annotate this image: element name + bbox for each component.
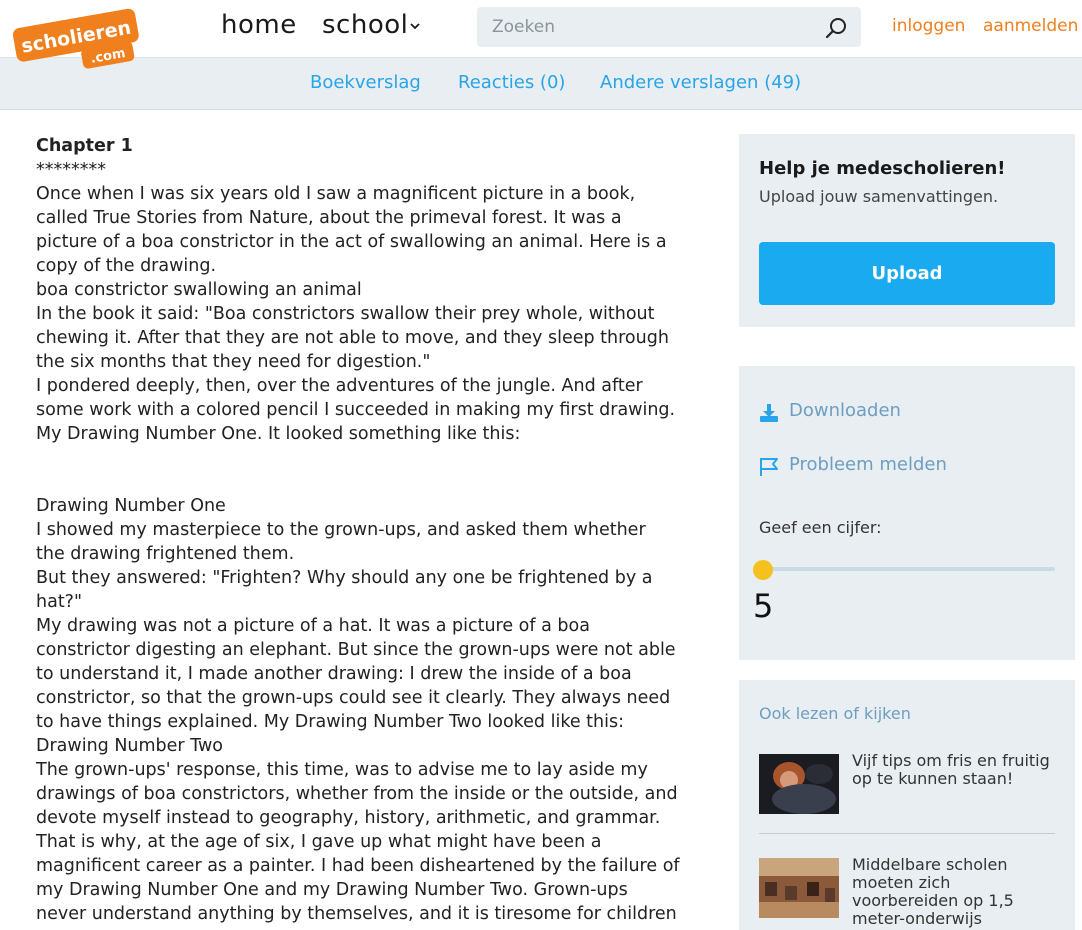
article-line: copy of the drawing. bbox=[36, 256, 217, 276]
download-label: Downloaden bbox=[789, 400, 901, 421]
article-line: The grown-ups' response, this time, was … bbox=[36, 760, 648, 780]
related-item-title: Middelbare scholen moeten zich voorberei… bbox=[852, 855, 1014, 928]
register-link[interactable]: aanmelden bbox=[983, 16, 1078, 36]
search-box bbox=[477, 7, 861, 47]
actions-card: Downloaden Probleem melden Geef een cijf… bbox=[739, 366, 1075, 660]
article-line: Once when I was six years old I saw a ma… bbox=[36, 184, 636, 204]
related-item[interactable]: Vijf tips om fris en fruitig op te kunne… bbox=[759, 752, 1055, 834]
chevron-down-icon[interactable] bbox=[409, 21, 421, 31]
report-subnav: Boekverslag Reacties (0) Andere verslage… bbox=[0, 58, 1082, 110]
article-body: Chapter 1 ******** Once when I was six ye… bbox=[36, 134, 726, 926]
tab-andere-verslagen[interactable]: Andere verslagen (49) bbox=[600, 72, 801, 93]
chapter-heading: Chapter 1 bbox=[36, 136, 133, 156]
article-line: the six months that they need for digest… bbox=[36, 352, 431, 372]
upload-button[interactable]: Upload bbox=[759, 242, 1055, 305]
article-line: to have things explained. My Drawing Num… bbox=[36, 712, 624, 732]
promo-title: Help je medescholieren! bbox=[759, 158, 1006, 179]
article-line: Drawing Number One bbox=[36, 496, 226, 516]
article-line: constrictor, so that the grown-ups could… bbox=[36, 688, 671, 708]
article-line: some work with a colored pencil I succee… bbox=[36, 400, 676, 420]
article-line: constrictor digesting an elephant. But s… bbox=[36, 640, 676, 660]
article-line: chewing it. After that they are not able… bbox=[36, 328, 669, 348]
related-card: Ook lezen of kijken Vijf tips om fris en… bbox=[739, 680, 1075, 930]
rating-slider-track[interactable] bbox=[763, 567, 1055, 571]
rating-slider-handle[interactable] bbox=[753, 560, 773, 580]
article-line: ******** bbox=[36, 160, 106, 180]
article-line: devote myself instead to geography, hist… bbox=[36, 808, 661, 828]
tab-reacties[interactable]: Reacties (0) bbox=[458, 72, 565, 93]
article-line: That is why, at the age of six, I gave u… bbox=[36, 832, 602, 852]
nav-school-link[interactable]: school bbox=[322, 10, 408, 40]
article-line: I pondered deeply, then, over the advent… bbox=[36, 376, 643, 396]
tab-boekverslag[interactable]: Boekverslag bbox=[310, 72, 421, 93]
related-thumbnail bbox=[759, 754, 839, 814]
article-line: my Drawing Number One and my Drawing Num… bbox=[36, 880, 628, 900]
article-line: to understand it, I made another drawing… bbox=[36, 664, 632, 684]
article-line: In the book it said: "Boa constrictors s… bbox=[36, 304, 655, 324]
article-line: the drawing frightened them. bbox=[36, 544, 295, 564]
related-item-title: Vijf tips om fris en fruitig op te kunne… bbox=[852, 751, 1050, 788]
article-line: drawings of boa constrictors, whether fr… bbox=[36, 784, 678, 804]
rating-value: 5 bbox=[753, 587, 774, 625]
article-line: never understand anything by themselves,… bbox=[36, 904, 677, 924]
article-line: called True Stories from Nature, about t… bbox=[36, 208, 622, 228]
image-placeholder-gap bbox=[36, 446, 726, 494]
article-line: magnificent career as a painter. I had b… bbox=[36, 856, 680, 876]
top-navbar: scholieren .com home school inloggen aan… bbox=[0, 0, 1082, 69]
upload-promo-card: Help je medescholieren! Upload jouw same… bbox=[739, 134, 1075, 327]
article-line: boa constrictor swallowing an animal bbox=[36, 280, 362, 300]
article-line: I showed my masterpiece to the grown-ups… bbox=[36, 520, 646, 540]
article-line: hat?" bbox=[36, 592, 83, 612]
article-line: But they answered: "Frighten? Why should… bbox=[36, 568, 653, 588]
search-icon[interactable] bbox=[825, 17, 847, 39]
flag-icon bbox=[760, 458, 778, 476]
related-thumbnail bbox=[759, 858, 839, 918]
report-problem-label: Probleem melden bbox=[789, 454, 947, 475]
download-icon bbox=[760, 404, 778, 422]
rating-label: Geef een cijfer: bbox=[759, 518, 882, 537]
scholieren-logo[interactable]: scholieren .com bbox=[12, 6, 142, 72]
nav-home-link[interactable]: home bbox=[221, 10, 297, 40]
search-input[interactable] bbox=[477, 7, 817, 47]
article-line: My drawing was not a picture of a hat. I… bbox=[36, 616, 590, 636]
article-line: picture of a boa constrictor in the act … bbox=[36, 232, 667, 252]
article-line: Drawing Number Two bbox=[36, 736, 224, 756]
article-line: My Drawing Number One. It looked somethi… bbox=[36, 424, 521, 444]
related-title: Ook lezen of kijken bbox=[759, 704, 911, 723]
promo-subtitle: Upload jouw samenvattingen. bbox=[759, 187, 999, 206]
login-link[interactable]: inloggen bbox=[892, 16, 965, 36]
related-item[interactable]: Middelbare scholen moeten zich voorberei… bbox=[759, 856, 1055, 930]
